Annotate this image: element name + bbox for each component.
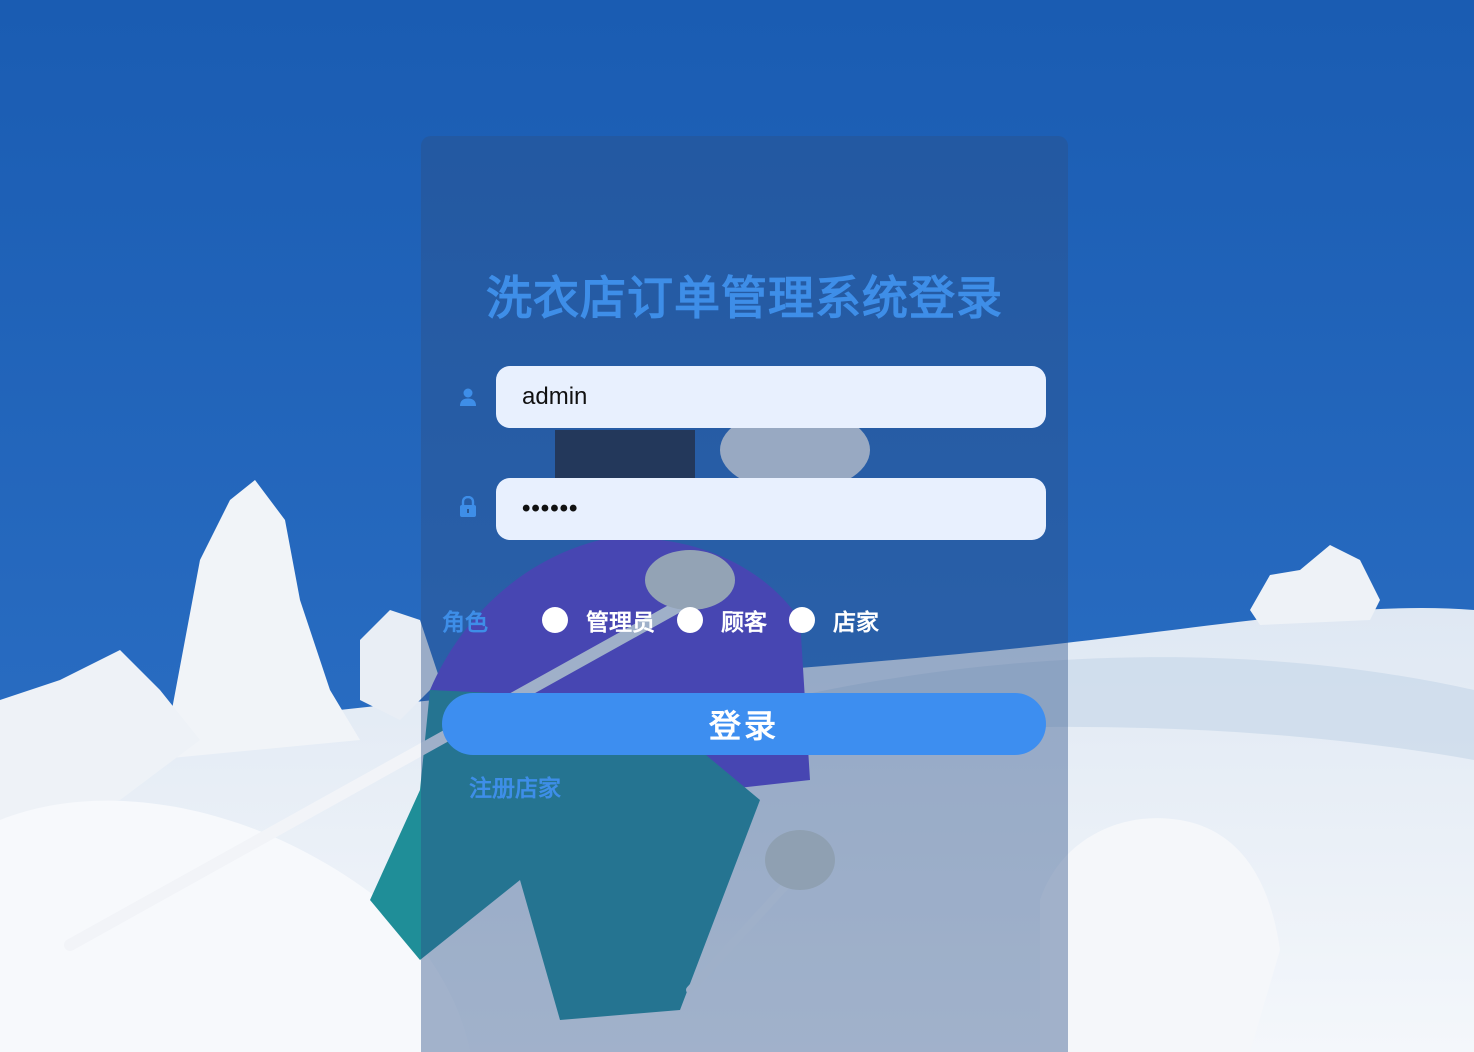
role-option-merchant[interactable]: 店家: [789, 603, 879, 637]
role-selector: 角色 管理员 顾客 店家: [442, 600, 901, 640]
role-radio-admin[interactable]: [542, 607, 568, 633]
user-icon: [460, 388, 476, 406]
role-option-customer[interactable]: 顾客: [677, 603, 767, 637]
role-option-label: 顾客: [721, 610, 767, 636]
page-title: 洗衣店订单管理系统登录: [486, 271, 1003, 325]
lock-icon: [460, 496, 476, 517]
role-option-label: 店家: [833, 610, 879, 636]
login-button[interactable]: 登录: [442, 693, 1046, 755]
role-radio-customer[interactable]: [677, 607, 703, 633]
register-merchant-link[interactable]: 注册店家: [469, 769, 561, 803]
role-option-admin[interactable]: 管理员: [542, 603, 655, 637]
login-page: 洗衣店订单管理系统登录 角色 管理员 顾客 店家 登录 注册店家: [0, 0, 1474, 1052]
password-input[interactable]: [496, 478, 1046, 540]
username-input[interactable]: [496, 366, 1046, 428]
role-label: 角色: [442, 610, 488, 636]
role-option-label: 管理员: [586, 610, 655, 636]
role-radio-merchant[interactable]: [789, 607, 815, 633]
